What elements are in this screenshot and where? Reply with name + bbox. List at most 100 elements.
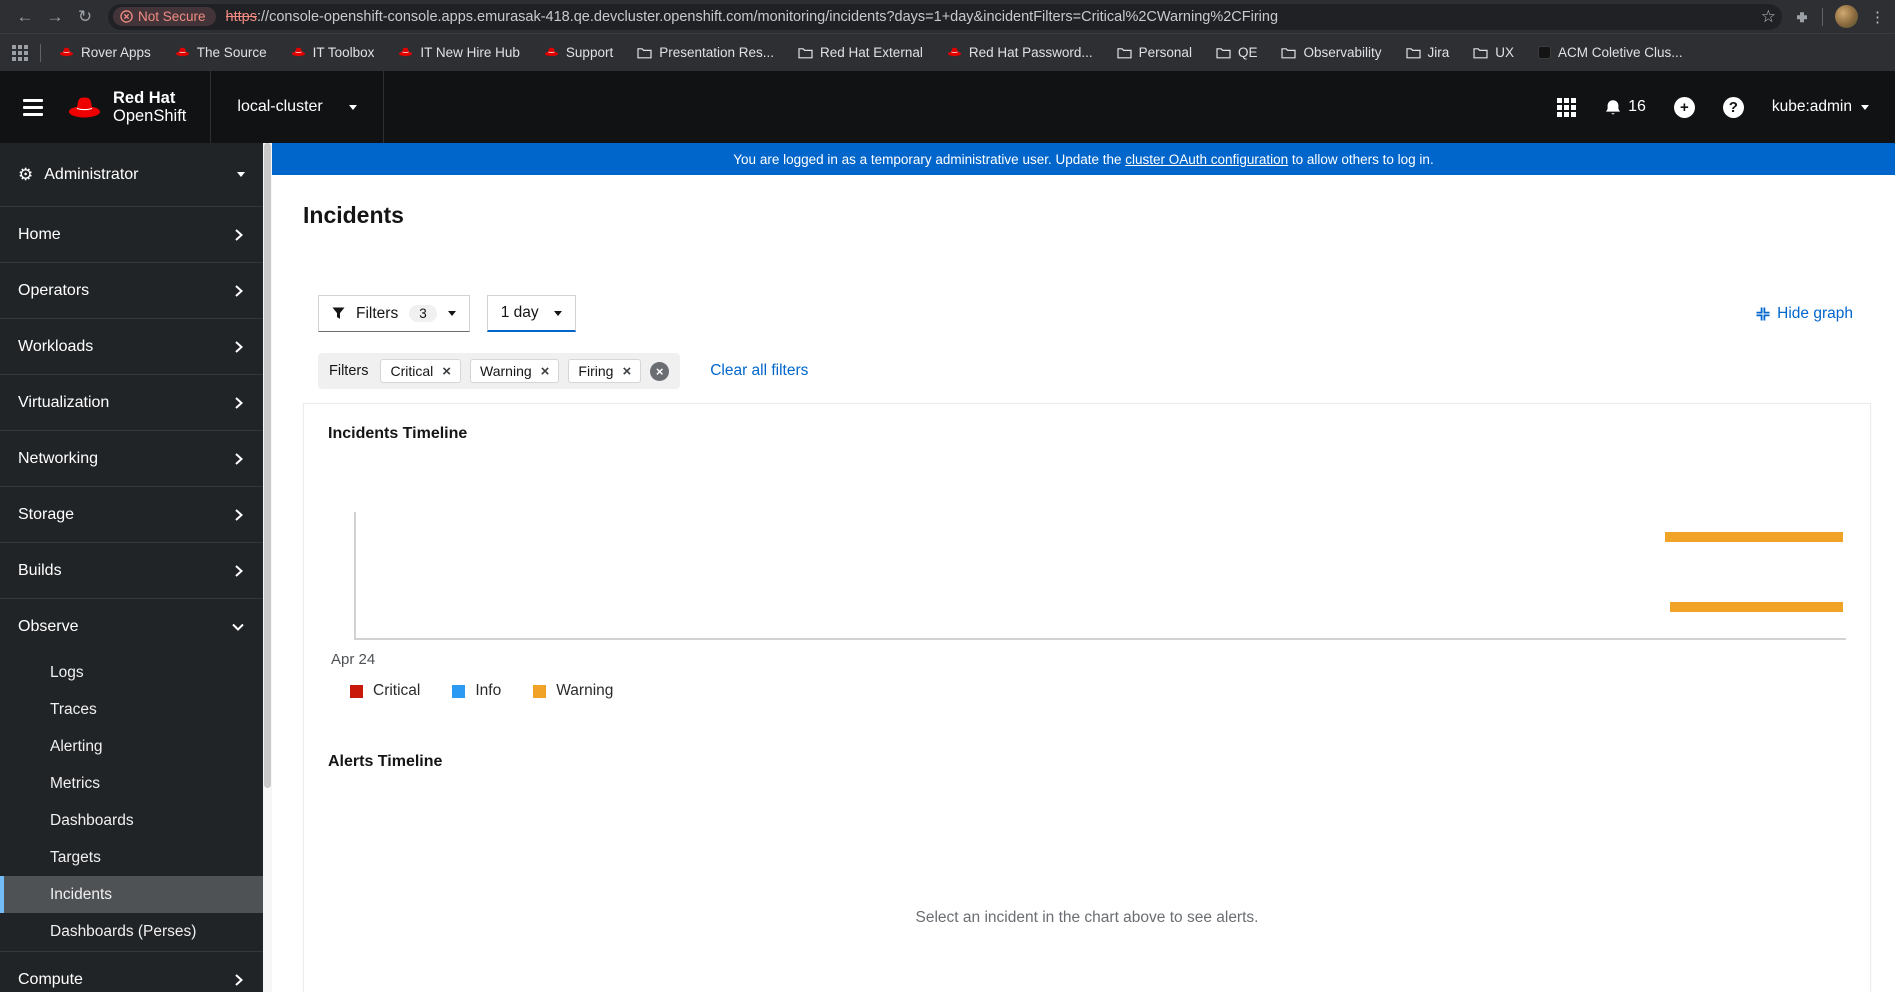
sidebar-item-logs[interactable]: Logs xyxy=(0,654,263,691)
incident-bar-warning-0[interactable] xyxy=(1665,532,1843,543)
legend-swatch-icon xyxy=(533,684,547,698)
oauth-config-link[interactable]: cluster OAuth configuration xyxy=(1125,152,1288,167)
chip-group-close-icon[interactable]: × xyxy=(650,361,670,381)
chevron-right-icon xyxy=(233,340,245,354)
sidebar-item-metrics[interactable]: Metrics xyxy=(0,765,263,802)
x-axis-line xyxy=(354,638,1846,640)
incident-bar-warning-1[interactable] xyxy=(1669,601,1843,612)
bookmark-observability[interactable]: Observability xyxy=(1281,45,1382,60)
bookmark-red-hat-external[interactable]: Red Hat External xyxy=(798,45,923,60)
clear-all-filters-link[interactable]: Clear all filters xyxy=(710,362,808,380)
sidebar-item-workloads[interactable]: Workloads xyxy=(0,318,263,374)
y-axis-line xyxy=(354,512,356,640)
sidebar-nav: ⚙ Administrator Home Operators Workloads Vi… xyxy=(0,143,272,992)
reload-icon[interactable]: ↻ xyxy=(70,4,100,30)
chevron-right-icon xyxy=(233,228,245,242)
redhat-icon xyxy=(544,47,559,59)
bookmark-red-hat-password[interactable]: Red Hat Password... xyxy=(947,45,1093,60)
bookmark-acm-coletive-clus[interactable]: ACM Coletive Clus... xyxy=(1538,45,1683,60)
brand-line1: Red Hat xyxy=(113,88,176,107)
security-label: Not Secure xyxy=(138,9,206,24)
page-title: Incidents xyxy=(303,202,404,228)
bookmark-personal[interactable]: Personal xyxy=(1117,45,1192,60)
perspective-switcher[interactable]: ⚙ Administrator xyxy=(0,143,263,206)
app-launcher-icon[interactable] xyxy=(1557,97,1577,117)
bookmarks-bar: Rover Apps The Source IT Toolbox IT New Hir… xyxy=(0,33,1895,71)
filter-chip-warning: Warning × xyxy=(470,359,560,383)
chip-remove-icon[interactable]: × xyxy=(541,364,550,379)
bookmark-the-source[interactable]: The Source xyxy=(175,45,267,60)
redhat-openshift-logo[interactable]: Red Hat OpenShift xyxy=(66,89,210,126)
legend-swatch-icon xyxy=(452,684,466,698)
folder-icon xyxy=(637,47,652,59)
forward-icon[interactable]: → xyxy=(40,4,70,30)
bookmark-ux[interactable]: UX xyxy=(1473,45,1514,60)
bookmark-support[interactable]: Support xyxy=(544,45,613,60)
chip-remove-icon[interactable]: × xyxy=(442,364,451,379)
browser-menu-icon[interactable]: ⋮ xyxy=(1870,8,1885,26)
back-icon[interactable]: ← xyxy=(10,4,40,30)
redhat-icon xyxy=(291,47,306,59)
active-filters-row: Filters Critical × Warning × Firing × × Clear… xyxy=(318,353,1871,389)
bookmark-rover-apps[interactable]: Rover Apps xyxy=(59,45,151,60)
chevron-down-icon xyxy=(553,310,562,316)
chip-remove-icon[interactable]: × xyxy=(622,364,631,379)
chevron-right-icon xyxy=(233,508,245,522)
chevron-down-icon xyxy=(1861,104,1869,110)
sidebar-item-incidents[interactable]: Incidents xyxy=(0,876,263,913)
time-range-select[interactable]: 1 day xyxy=(486,295,576,332)
sidebar-scrollbar[interactable] xyxy=(263,143,272,992)
bookmark-it-new-hire-hub[interactable]: IT New Hire Hub xyxy=(398,45,520,60)
sidebar-item-home[interactable]: Home xyxy=(0,206,263,262)
redhat-icon xyxy=(398,47,413,59)
alerts-timeline-heading: Alerts Timeline xyxy=(328,753,443,770)
filter-chip-group: Filters Critical × Warning × Firing × × xyxy=(318,353,681,389)
bookmark-it-toolbox[interactable]: IT Toolbox xyxy=(291,45,374,60)
bookmark-jira[interactable]: Jira xyxy=(1405,45,1449,60)
bookmarks-divider xyxy=(40,43,41,62)
sidebar-item-operators[interactable]: Operators xyxy=(0,262,263,318)
sidebar-item-dashboards[interactable]: Dashboards xyxy=(0,802,263,839)
hide-graph-button[interactable]: Hide graph xyxy=(1756,305,1853,323)
address-bar[interactable]: Not Secure https://console-openshift-con… xyxy=(108,3,1782,30)
sidebar-subnav-observe: Logs Traces Alerting Metrics Dashboards Targe… xyxy=(0,654,263,951)
bookmark-presentation-res[interactable]: Presentation Res... xyxy=(637,45,774,60)
not-secure-chip[interactable]: Not Secure xyxy=(113,7,216,26)
sidebar-item-dashboards-perses[interactable]: Dashboards (Perses) xyxy=(0,913,263,950)
acm-icon xyxy=(1538,46,1552,59)
legend-item-warning: Warning xyxy=(533,682,613,700)
sidebar-item-networking[interactable]: Networking xyxy=(0,430,263,486)
bookmark-qe[interactable]: QE xyxy=(1216,45,1257,60)
filters-label: Filters xyxy=(356,304,399,322)
sidebar-item-virtualization[interactable]: Virtualization xyxy=(0,374,263,430)
toolbar-divider xyxy=(1822,7,1823,26)
sidebar-item-observe[interactable]: Observe xyxy=(0,598,263,654)
bookmark-star-icon[interactable]: ☆ xyxy=(1761,7,1776,27)
url-path: ://console-openshift-console.apps.emuras… xyxy=(256,8,1279,25)
import-yaml-icon[interactable]: + xyxy=(1673,96,1695,118)
notifications-bell[interactable]: 16 xyxy=(1604,98,1646,117)
user-menu[interactable]: kube:admin xyxy=(1772,98,1869,116)
sidebar-item-traces[interactable]: Traces xyxy=(0,691,263,728)
redhat-icon xyxy=(175,47,190,59)
chip-list: Critical × Warning × Firing × xyxy=(380,359,642,383)
sidebar-item-storage[interactable]: Storage xyxy=(0,486,263,542)
apps-grid-icon[interactable] xyxy=(12,44,28,61)
filters-dropdown[interactable]: Filters 3 xyxy=(318,295,470,332)
main-area: You are logged in as a temporary adminis… xyxy=(272,143,1895,992)
legend-item-info: Info xyxy=(452,682,501,700)
help-icon[interactable]: ? xyxy=(1722,96,1744,118)
sidebar-items: Home Operators Workloads Virtualization Netw… xyxy=(0,206,263,992)
sidebar-item-alerting[interactable]: Alerting xyxy=(0,728,263,765)
sidebar-item-compute[interactable]: Compute xyxy=(0,951,263,992)
hamburger-menu-icon[interactable] xyxy=(0,98,66,116)
sidebar-item-builds[interactable]: Builds xyxy=(0,542,263,598)
chevron-down-icon xyxy=(348,104,357,110)
sidebar-item-targets[interactable]: Targets xyxy=(0,839,263,876)
filters-toolbar: Filters 3 1 day Hide graph xyxy=(318,295,1871,332)
filter-chip-firing: Firing × xyxy=(568,359,642,383)
cluster-selector[interactable]: local-cluster xyxy=(210,71,384,143)
extensions-icon[interactable] xyxy=(1794,9,1810,25)
redhat-icon xyxy=(59,47,74,59)
browser-profile-avatar[interactable] xyxy=(1835,5,1858,28)
